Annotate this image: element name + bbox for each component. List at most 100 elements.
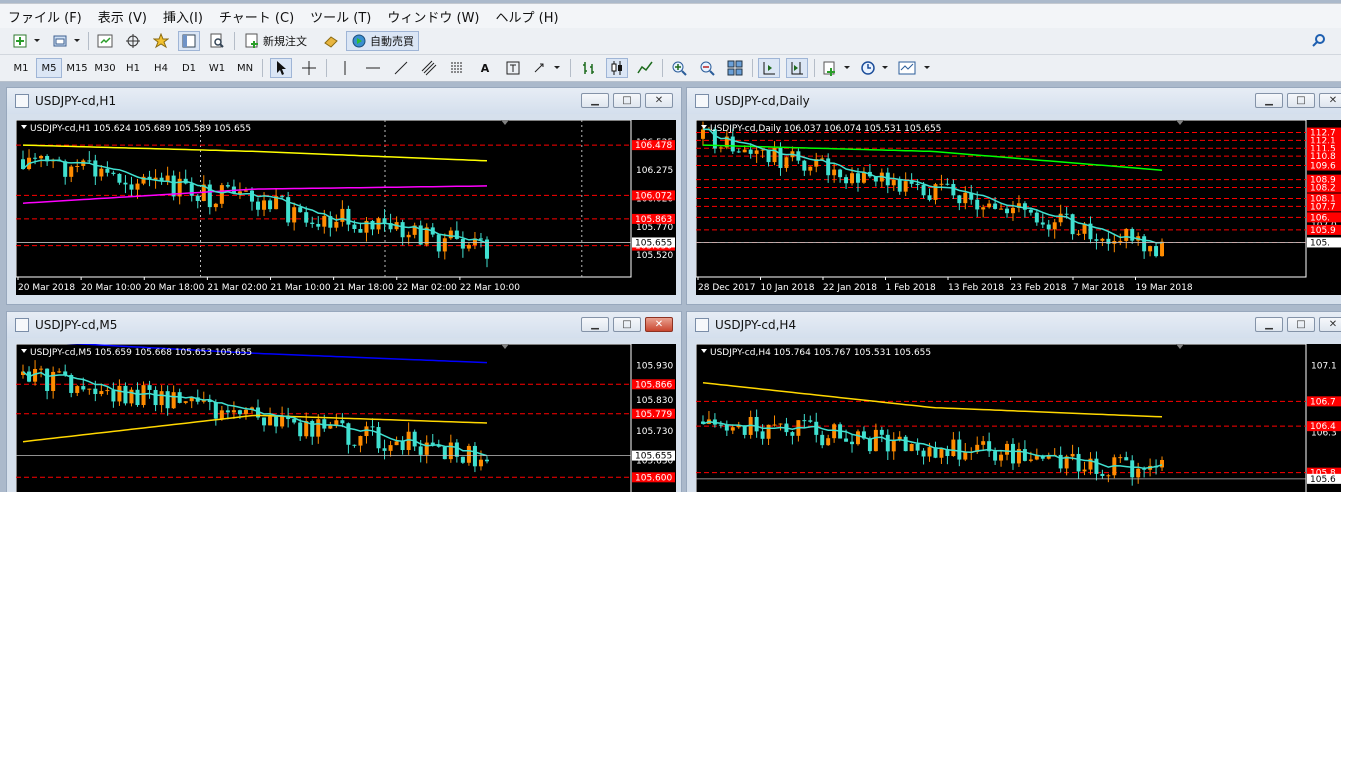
maximize-button[interactable]: □	[1287, 317, 1315, 332]
zoom-out-button[interactable]	[696, 58, 718, 78]
chart-shift-button[interactable]	[786, 58, 808, 78]
zoom-in-button[interactable]	[668, 58, 690, 78]
timeframe-m15[interactable]: M15	[64, 58, 90, 78]
chart-window-h4[interactable]: USDJPY-cd,H4 ▁ □ ✕ USDJPY-cd,H4 105.764 …	[686, 311, 1341, 492]
price-chart[interactable]: USDJPY-cd,M5 105.659 105.668 105.653 105…	[16, 344, 676, 492]
crosshair-tool-button[interactable]	[298, 58, 320, 78]
menu-file[interactable]: ファイル (F)	[0, 7, 90, 26]
candle-body	[141, 385, 146, 406]
timeframe-mn[interactable]: MN	[232, 58, 258, 78]
x-tick-label: 10 Jan 2018	[761, 283, 815, 293]
line-chart-button[interactable]	[634, 58, 656, 78]
minimize-button[interactable]: ▁	[1255, 93, 1283, 108]
close-button[interactable]: ✕	[1319, 93, 1341, 108]
navigator-button[interactable]	[150, 31, 172, 51]
candle-body	[225, 185, 230, 187]
maximize-button[interactable]: □	[1287, 93, 1315, 108]
menu-bar: ファイル (F) 表示 (V) 挿入(I) チャート (C) ツール (T) ウ…	[0, 3, 1341, 28]
candle-body	[376, 427, 381, 449]
price-chart[interactable]: USDJPY-cd,H4 105.764 105.767 105.531 105…	[696, 344, 1341, 492]
new-order-button[interactable]: 新規注文	[240, 31, 311, 51]
data-window-button[interactable]	[122, 31, 144, 51]
price-chart[interactable]: USDJPY-cd,H1 105.624 105.689 105.589 105…	[16, 120, 676, 295]
strategy-tester-button[interactable]	[206, 31, 228, 51]
terminal-button[interactable]	[178, 31, 200, 51]
new-chart-button[interactable]	[10, 31, 44, 51]
minimize-button[interactable]: ▁	[581, 93, 609, 108]
search-button[interactable]	[1308, 31, 1330, 51]
chart-window-h1[interactable]: USDJPY-cd,H1 ▁ □ ✕ USDJPY-cd,H1 105.624 …	[6, 87, 682, 305]
auto-scroll-icon	[763, 62, 775, 75]
menu-tools[interactable]: ツール (T)	[302, 7, 379, 26]
collapse-triangle-icon	[21, 349, 27, 353]
chart-window-m5[interactable]: USDJPY-cd,M5 ▁ □ ✕ USDJPY-cd,M5 105.659 …	[6, 311, 682, 492]
timeframe-d1[interactable]: D1	[176, 58, 202, 78]
candle-body	[981, 441, 986, 445]
equidistant-channel-button[interactable]	[418, 58, 440, 78]
timeframe-m30[interactable]: M30	[92, 58, 118, 78]
market-watch-button[interactable]	[94, 31, 116, 51]
x-tick-label: 21 Mar 18:00	[334, 283, 394, 293]
candle-body	[159, 391, 164, 406]
timeframe-h4[interactable]: H4	[148, 58, 174, 78]
maximize-button[interactable]: □	[613, 93, 641, 108]
timeframe-w1[interactable]: W1	[204, 58, 230, 78]
menu-help[interactable]: ヘルプ (H)	[488, 7, 567, 26]
candlestick-button[interactable]	[606, 58, 628, 78]
new-order-label: 新規注文	[263, 35, 307, 48]
fibonacci-button[interactable]	[446, 58, 468, 78]
menu-view[interactable]: 表示 (V)	[90, 7, 155, 26]
templates-button[interactable]	[896, 58, 934, 78]
price-chart[interactable]: USDJPY-cd,Daily 106.037 106.074 105.531 …	[696, 120, 1341, 295]
chart-window-title: USDJPY-cd,H1	[35, 94, 117, 108]
auto-trading-label: 自動売買	[370, 35, 414, 48]
periodicity-button[interactable]	[858, 58, 892, 78]
metaeditor-button[interactable]	[320, 31, 342, 51]
candle-body	[999, 208, 1004, 210]
menu-insert[interactable]: 挿入(I)	[155, 7, 211, 26]
chart-window-titlebar[interactable]: USDJPY-cd,H1 ▁ □ ✕	[7, 88, 681, 114]
minimize-button[interactable]: ▁	[1255, 317, 1283, 332]
menu-chart[interactable]: チャート (C)	[211, 7, 302, 26]
timeframe-m5[interactable]: M5	[36, 58, 62, 78]
chart-window-daily[interactable]: USDJPY-cd,Daily ▁ □ ✕ USDJPY-cd,Daily 10…	[686, 87, 1341, 305]
x-tick-label: 20 Mar 10:00	[81, 283, 141, 293]
candle-body	[826, 158, 831, 176]
candle-body	[1094, 458, 1099, 474]
candle-body	[856, 173, 860, 183]
moving-average-line	[702, 382, 1163, 418]
indicators-button[interactable]	[820, 58, 854, 78]
chart-window-titlebar[interactable]: USDJPY-cd,H4 ▁ □ ✕	[687, 312, 1341, 338]
timeframe-m1[interactable]: M1	[8, 58, 34, 78]
chart-window-titlebar[interactable]: USDJPY-cd,M5 ▁ □ ✕	[7, 312, 681, 338]
minimize-button[interactable]: ▁	[581, 317, 609, 332]
clock-icon	[861, 61, 888, 75]
trendline-button[interactable]	[390, 58, 412, 78]
maximize-button[interactable]: □	[613, 317, 641, 332]
auto-scroll-button[interactable]	[758, 58, 780, 78]
vertical-line-button[interactable]	[334, 58, 356, 78]
arrows-button[interactable]	[530, 58, 564, 78]
close-button[interactable]: ✕	[645, 317, 673, 332]
auto-trading-button[interactable]: 自動売買	[346, 31, 419, 51]
x-tick-label: 22 Jan 2018	[823, 283, 877, 293]
candle-body	[346, 208, 351, 225]
text-label-icon	[506, 61, 520, 75]
candle-body	[814, 421, 819, 435]
menu-window[interactable]: ウィンドウ (W)	[379, 7, 487, 26]
text-tool-button[interactable]: A	[474, 58, 496, 78]
tile-windows-button[interactable]	[724, 58, 746, 78]
candle-body	[189, 183, 194, 196]
close-button[interactable]: ✕	[645, 93, 673, 108]
cursor-tool-button[interactable]	[270, 58, 292, 78]
profiles-button[interactable]	[50, 31, 84, 51]
bar-chart-button[interactable]	[578, 58, 600, 78]
chart-window-titlebar[interactable]: USDJPY-cd,Daily ▁ □ ✕	[687, 88, 1341, 114]
standard-toolbar: 新規注文 自動売買	[0, 28, 1341, 55]
timeframe-h1[interactable]: H1	[120, 58, 146, 78]
candle-body	[460, 238, 465, 249]
text-label-button[interactable]	[502, 58, 524, 78]
line-chart-icon	[637, 61, 653, 74]
horizontal-line-button[interactable]	[362, 58, 384, 78]
close-button[interactable]: ✕	[1319, 317, 1341, 332]
